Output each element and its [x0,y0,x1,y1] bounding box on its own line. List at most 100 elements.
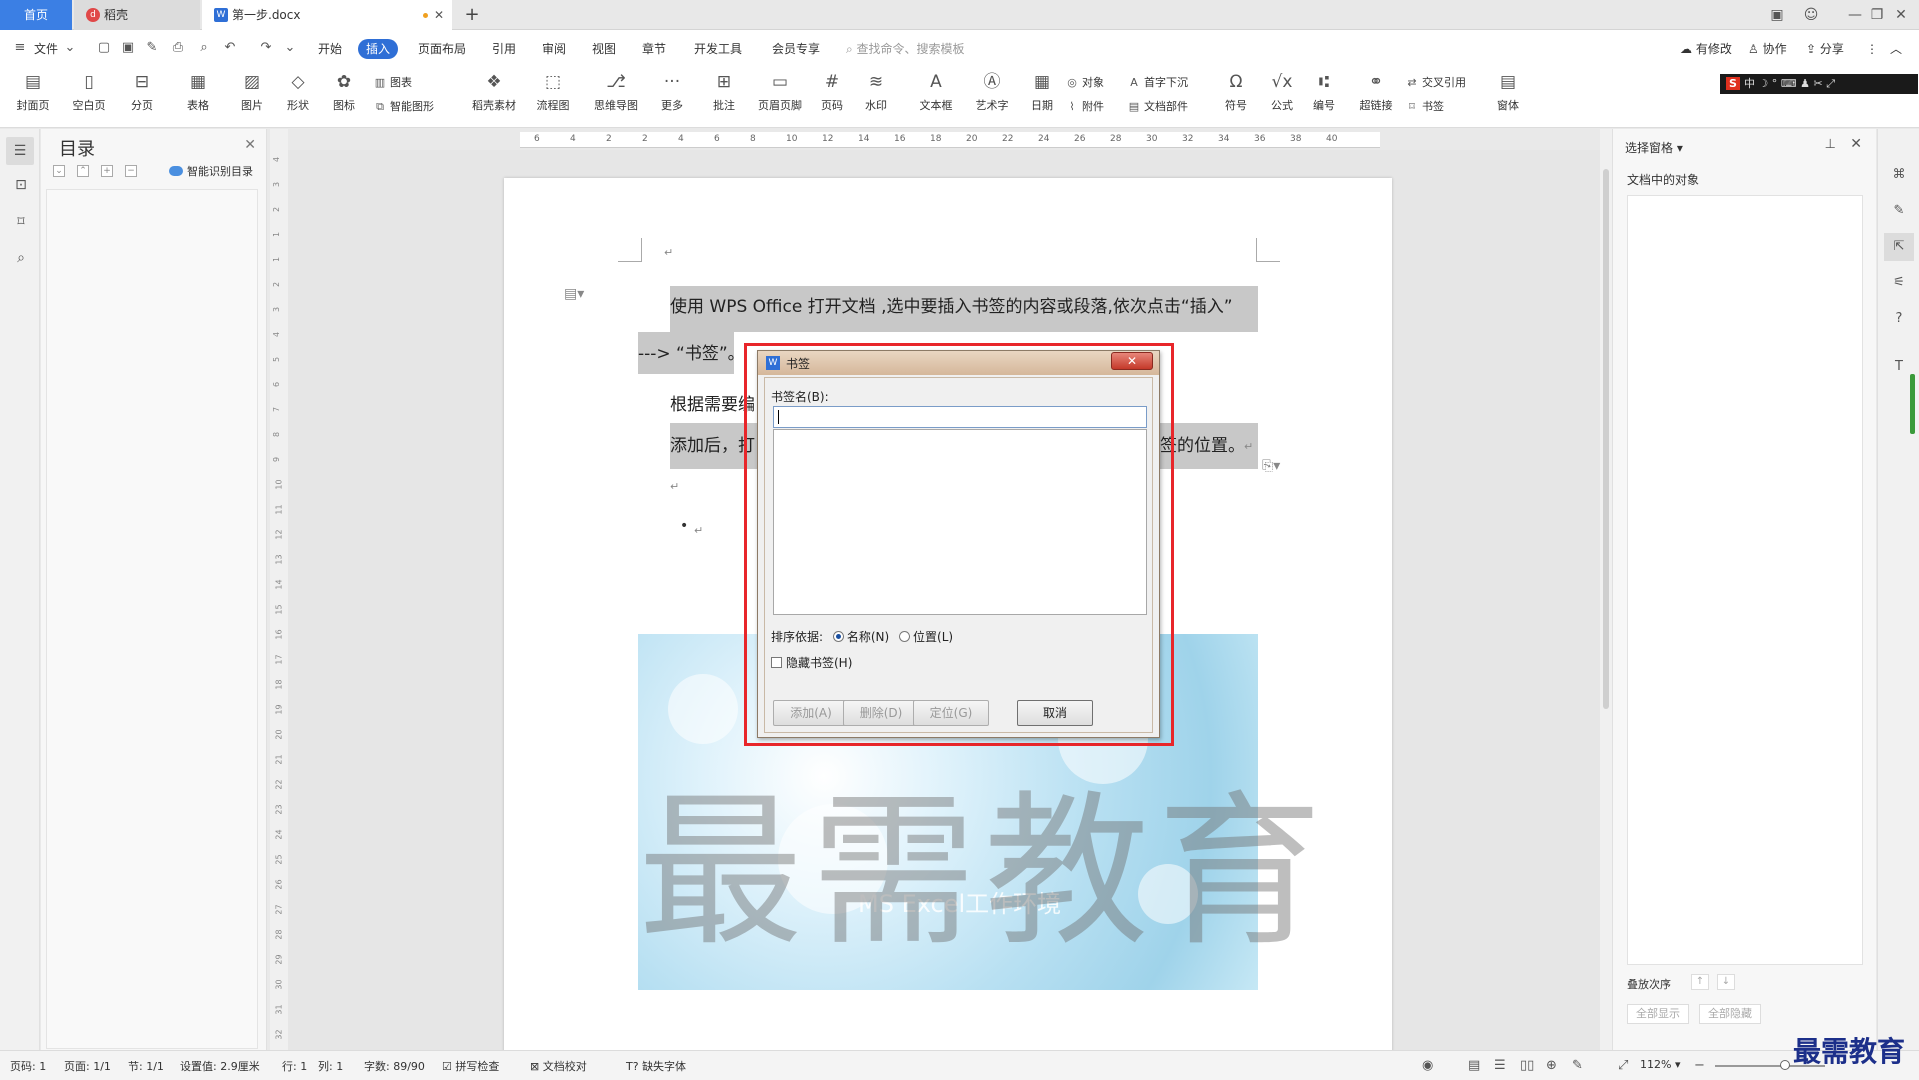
new-doc-icon[interactable]: ▢ [96,39,112,57]
format-painter-icon[interactable]: ✎ [144,39,160,57]
write-view-icon[interactable]: ✎ [1572,1058,1583,1073]
symbol-button[interactable]: Ω 符号 [1216,70,1256,113]
sort-by-name-radio[interactable] [832,631,844,642]
bookmark-nav-icon[interactable]: ⌑ [12,213,30,231]
bookmark-name-input[interactable] [773,406,1147,428]
formula-button[interactable]: √x 公式 [1262,70,1302,113]
paste-options-icon[interactable]: ⎘▾ [1262,458,1280,474]
undo-icon[interactable]: ↶ [222,39,238,57]
pen-icon[interactable]: ✎ [1891,203,1907,219]
spell-check-button[interactable]: ☑ 拼写检查 [442,1058,499,1074]
status-setting[interactable]: 设置值: 2.9厘米 [180,1058,260,1074]
cross-reference-button[interactable]: ⇄ 交叉引用 [1404,74,1466,92]
style-icon[interactable]: ⌘ [1891,167,1907,183]
menu-section[interactable]: 章节 [642,39,666,59]
hamburger-icon[interactable]: ≡ [12,39,28,57]
paragraph-handle-icon[interactable]: ▤▾ [564,286,584,302]
objects-list[interactable] [1627,195,1863,965]
toc-collapse-icon[interactable]: ⌄ [53,165,65,177]
share-button[interactable]: ⇪ 分享 [1806,39,1844,59]
print-preview-icon[interactable]: ⌕ [196,39,212,57]
page-break-button[interactable]: ⊟ 分页 [122,70,162,113]
menu-start[interactable]: 开始 [318,39,342,59]
flowchart-button[interactable]: ⬚ 流程图 [528,70,578,113]
hide-all-button[interactable]: 全部隐藏 [1699,1004,1761,1024]
tab-home[interactable]: 首页 [0,0,72,30]
date-button[interactable]: ▦ 日期 [1024,70,1060,113]
collaborate-button[interactable]: ♙ 协作 [1748,39,1787,59]
sort-by-position-label[interactable]: 位置(L) [913,630,953,644]
eye-protect-icon[interactable]: ◉ [1422,1058,1433,1073]
text-icon[interactable]: T [1891,359,1907,375]
command-search[interactable]: ⌕ 查找命令、搜索模板 [846,39,965,59]
close-tab-icon[interactable]: ✕ [434,0,444,30]
more-icon[interactable]: ⋮ [1866,39,1878,59]
doc-line-2[interactable]: ---> “书签”。 [638,340,745,368]
avatar[interactable]: ☺ [1796,0,1826,30]
read-view-icon[interactable]: ▯▯ [1520,1058,1534,1073]
fit-page-icon[interactable]: ⤢ [1618,1058,1628,1073]
comment-button[interactable]: ⊞ 批注 [704,70,744,113]
hyperlink-button[interactable]: ⚭ 超链接 [1354,70,1398,113]
selection-pane-title[interactable]: 选择窗格 ▾ [1625,139,1683,156]
smart-toc-button[interactable]: 智能识别目录 [169,163,253,179]
chapter-icon[interactable]: ⊡ [12,176,30,194]
help-icon[interactable]: ? [1891,311,1907,327]
page-view-icon[interactable]: ▤ [1468,1058,1480,1073]
collapse-ribbon-icon[interactable]: ︿ [1890,39,1902,59]
hidden-bookmark-option[interactable]: 隐藏书签(H) [771,654,852,671]
zoom-level[interactable]: 112% ▾ [1640,1058,1680,1071]
bookmark-list[interactable] [773,429,1147,615]
zoom-slider-handle[interactable] [1780,1060,1790,1070]
watermark-button[interactable]: ≋ 水印 [856,70,896,113]
smart-shape-button[interactable]: ⧉ 智能图形 [372,98,434,116]
sort-by-name-label[interactable]: 名称(N) [847,630,889,644]
redo-icon[interactable]: ↷ [258,39,274,57]
cancel-button[interactable]: 取消 [1017,700,1093,726]
menu-developer[interactable]: 开发工具 [694,39,742,59]
table-button[interactable]: ▦ 表格 [178,70,218,113]
object-button[interactable]: ◎ 对象 [1064,74,1104,92]
outline-view-icon[interactable]: ☰ [1494,1058,1506,1073]
textbox-button[interactable]: A 文本框 [912,70,960,113]
sort-by-position-radio[interactable] [899,631,911,642]
modified-button[interactable]: ☁ 有修改 [1680,39,1732,59]
ime-toolbar[interactable]: S中 ☽ ° ⌨ ♟ ✂ ⤢ [1720,74,1918,94]
status-page[interactable]: 页码: 1 [10,1058,46,1074]
save-icon[interactable]: ▣ [120,39,136,57]
header-footer-button[interactable]: ▭ 页眉页脚 [752,70,808,113]
missing-font-button[interactable]: T? 缺失字体 [626,1058,686,1074]
numbering-button[interactable]: ⑆ 编号 [1306,70,1342,113]
tab-document[interactable]: W 第一步.docx ✕ [202,0,452,30]
print-icon[interactable]: ⎙ [170,39,186,57]
menu-review[interactable]: 审阅 [542,39,566,59]
close-pane-icon[interactable]: ✕ [1850,136,1862,152]
move-down-icon[interactable]: ↓ [1717,974,1735,990]
blank-page-button[interactable]: ▯ 空白页 [66,70,112,113]
wordart-button[interactable]: Ⓐ 艺术字 [968,70,1016,113]
layout-icon[interactable]: ▣ [1762,0,1792,30]
menu-member[interactable]: 会员专享 [772,39,820,59]
scroll-thumb[interactable] [1603,169,1609,709]
shape-button[interactable]: ◇ 形状 [278,70,318,113]
outline-icon[interactable]: ☰ [6,137,34,165]
horizontal-ruler[interactable]: 6 4 2 2 4 6 8 10 12 14 16 18 20 22 24 26 28 30 32 34 36 38 40 [520,132,1380,148]
mindmap-button[interactable]: ⎇ 思维导图 [586,70,646,113]
new-tab-button[interactable]: + [460,2,484,28]
web-view-icon[interactable]: ⊕ [1546,1058,1557,1073]
settings-sliders-icon[interactable]: ⚟ [1891,275,1907,291]
attachment-button[interactable]: ⌇ 附件 [1064,98,1104,116]
close-window-icon[interactable]: ✕ [1886,0,1916,30]
dropcap-button[interactable]: A 首字下沉 [1126,74,1188,92]
hidden-bookmark-checkbox[interactable] [771,657,782,668]
show-all-button[interactable]: 全部显示 [1627,1004,1689,1024]
menu-insert[interactable]: 插入 [358,39,399,59]
add-button[interactable]: 添加(A) [773,700,849,726]
doc-line-3[interactable]: 根据需要编 [670,391,755,419]
delete-button[interactable]: 删除(D) [843,700,919,726]
more-insert-button[interactable]: ··· 更多 [652,70,692,113]
daoke-material-button[interactable]: ❖ 稻壳素材 [466,70,522,113]
menu-layout[interactable]: 页面布局 [418,39,466,59]
pin-icon[interactable]: ⊥ [1825,137,1836,152]
find-icon[interactable]: ⌕ [12,249,30,267]
